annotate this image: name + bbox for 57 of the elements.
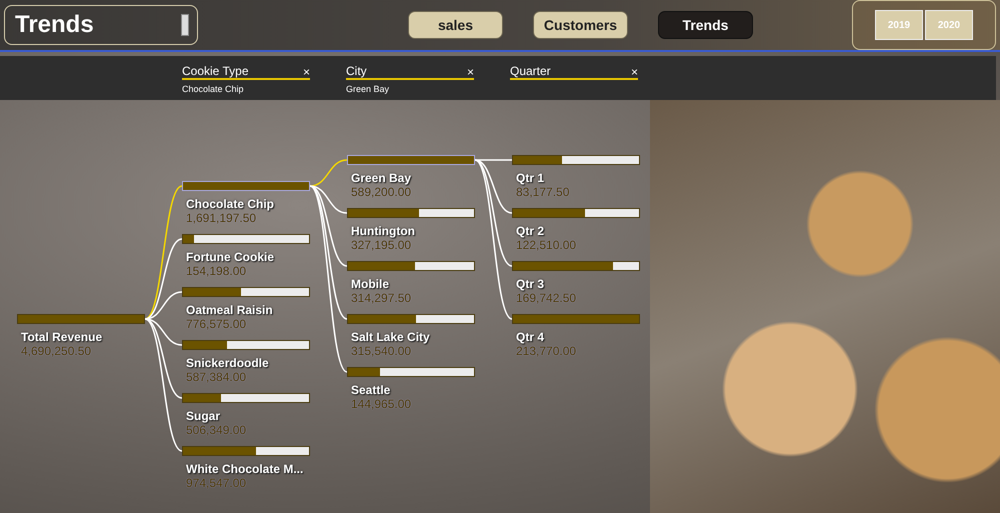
value-bar[interactable] (182, 393, 310, 403)
node-value: 169,742.50 (516, 291, 578, 305)
node-value: 776,575.00 (186, 317, 248, 331)
node-label: Seattle (351, 383, 392, 397)
filter-value: Chocolate Chip (182, 84, 245, 94)
node-value: 315,540.00 (351, 344, 412, 358)
node-value: 506,349.00 (186, 423, 248, 437)
node-value: 589,200.00 (351, 185, 412, 199)
node-value: 327,195.00 (351, 238, 412, 252)
value-bar[interactable] (182, 234, 310, 244)
node-value: 213,770.00 (516, 344, 578, 358)
close-icon[interactable]: × (630, 66, 638, 78)
value-bar[interactable] (512, 261, 640, 271)
node-label: Salt Lake City (351, 330, 431, 344)
value-bar[interactable] (512, 155, 640, 165)
value-bar[interactable] (182, 287, 310, 297)
value-bar[interactable] (512, 208, 640, 218)
node-value: 122,510.00 (516, 238, 578, 252)
node-label: Mobile (351, 277, 390, 291)
node-value: 4,690,250.50 (21, 344, 92, 358)
nav-button[interactable]: Trends (658, 11, 753, 39)
node-label: Qtr 1 (516, 171, 546, 185)
node-label: Oatmeal Raisin (186, 303, 274, 317)
value-bar[interactable] (347, 208, 475, 218)
scroll-handle[interactable] (181, 14, 189, 36)
node-value: 1,691,197.50 (186, 211, 258, 225)
node-label: Snickerdoodle (186, 356, 270, 370)
node-label: Green Bay (351, 171, 412, 185)
close-icon[interactable]: × (302, 66, 310, 78)
node-value: 974,547.00 (186, 476, 248, 490)
value-bar[interactable] (347, 367, 475, 377)
page-title: Trends (15, 11, 94, 39)
value-bar[interactable] (347, 261, 475, 271)
node-label: Huntington (351, 224, 416, 238)
node-value: 144,965.00 (351, 397, 412, 411)
value-bar[interactable] (347, 314, 475, 324)
filter-field[interactable]: Cookie Type × (182, 64, 310, 80)
node-label: Total Revenue (21, 330, 104, 344)
filter-field[interactable]: City × (346, 64, 474, 80)
node-label: White Chocolate M... (186, 462, 304, 476)
node-value: 83,177.50 (516, 185, 570, 199)
node-value: 154,198.00 (186, 264, 248, 278)
filter-value: Green Bay (346, 84, 390, 94)
node-label: Qtr 2 (516, 224, 546, 238)
nav-button[interactable]: Customers (533, 11, 628, 39)
nav-button[interactable]: sales (408, 11, 503, 39)
node-value: 314,297.50 (351, 291, 412, 305)
node-label: Fortune Cookie (186, 250, 276, 264)
filter-field[interactable]: Quarter × (510, 64, 638, 80)
node-value: 587,384.00 (186, 370, 248, 384)
node-label: Qtr 3 (516, 277, 546, 291)
value-bar[interactable] (182, 446, 310, 456)
node-label: Qtr 4 (516, 330, 546, 344)
node-label: Chocolate Chip (186, 197, 276, 211)
node-label: Sugar (186, 409, 222, 423)
close-icon[interactable]: × (466, 66, 474, 78)
value-bar[interactable] (182, 340, 310, 350)
